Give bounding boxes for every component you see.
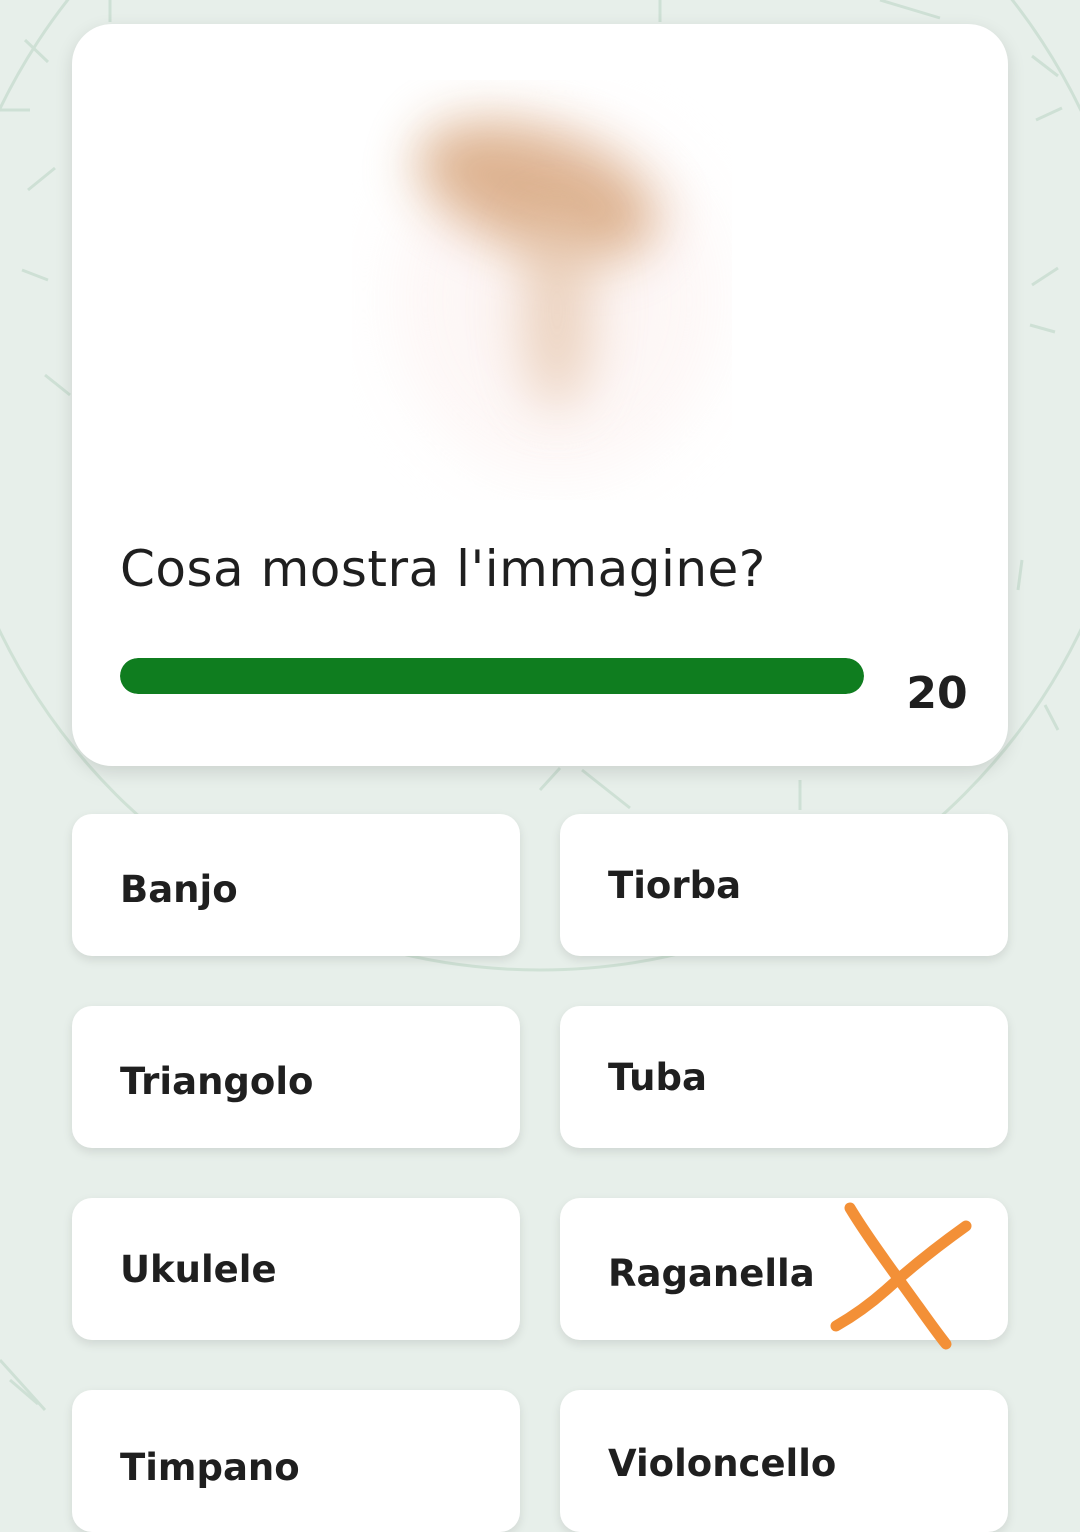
- answer-option-raganella[interactable]: Raganella: [560, 1198, 1008, 1340]
- question-image: [352, 80, 732, 500]
- question-text: Cosa mostra l'immagine?: [120, 540, 766, 598]
- answer-label: Raganella: [608, 1252, 815, 1295]
- timer-progress-fill: [120, 658, 864, 694]
- answer-label: Timpano: [120, 1446, 300, 1489]
- answer-option-tiorba[interactable]: Tiorba: [560, 814, 1008, 956]
- answer-label: Tiorba: [608, 864, 742, 907]
- answer-label: Tuba: [608, 1056, 707, 1099]
- answer-label: Violoncello: [608, 1442, 837, 1485]
- answer-option-ukulele[interactable]: Ukulele: [72, 1198, 520, 1340]
- answer-option-banjo[interactable]: Banjo: [72, 814, 520, 956]
- timer-progress-bar: [120, 658, 864, 694]
- answer-option-triangolo[interactable]: Triangolo: [72, 1006, 520, 1148]
- answer-label: Triangolo: [120, 1060, 314, 1103]
- answer-label: Banjo: [120, 868, 238, 911]
- answer-label: Ukulele: [120, 1248, 277, 1291]
- answer-option-timpano[interactable]: Timpano: [72, 1390, 520, 1532]
- timer-count: 20: [906, 668, 968, 719]
- answer-option-violoncello[interactable]: Violoncello: [560, 1390, 1008, 1532]
- question-card: Cosa mostra l'immagine? 20: [72, 24, 1008, 766]
- answer-option-tuba[interactable]: Tuba: [560, 1006, 1008, 1148]
